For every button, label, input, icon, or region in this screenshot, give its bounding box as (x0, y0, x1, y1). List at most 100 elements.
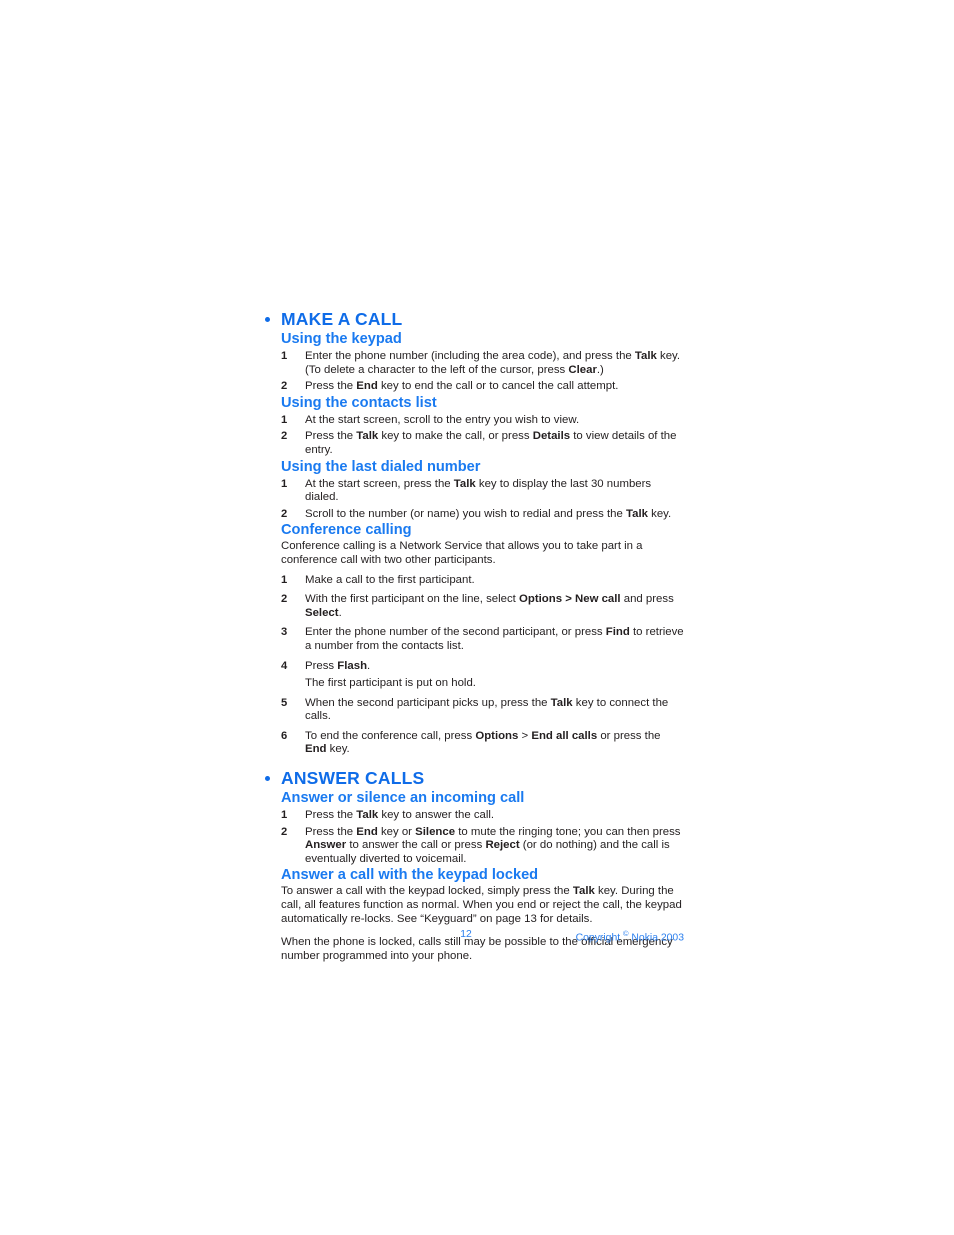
step-emphasis-1: Talk (356, 430, 379, 443)
step-emphasis-5: Answer (305, 839, 347, 852)
step-emphasis-3: Silence (415, 825, 456, 838)
step-number: 1 (281, 809, 288, 822)
step-text-0: Enter the phone number of the second par… (305, 626, 606, 639)
paragraph-emphasis-1: Talk (572, 885, 595, 898)
subsection-heading-using-the-last-dialed-number: Using the last dialed number (281, 458, 481, 475)
step-item: 2 With the first participant on the line,… (281, 593, 684, 620)
page-number: 12 (460, 929, 472, 940)
paragraph-answer-a-call-with-the-keypad-locked-0: To answer a call with the keypad locked,… (281, 885, 684, 926)
step-text-0: At the start screen, press the (305, 477, 454, 490)
section-make-a-call: MAKE A CALL Using the keypad 1 Enter the ph… (264, 309, 684, 757)
step-emphasis-1: Options > New call (519, 593, 621, 606)
step-item: 4 Press Flash. The first participant is pu… (281, 660, 684, 691)
subsection-heading-answer-a-call-with-the-keypad-locked: Answer a call with the keypad locked (281, 867, 539, 884)
step-text-2: key to make the call, or press (378, 430, 533, 443)
step-emphasis-1: Talk (453, 477, 476, 490)
step-emphasis-3: End all calls (531, 729, 598, 742)
step-number: 1 (281, 350, 288, 362)
step-number: 1 (281, 413, 288, 426)
step-emphasis-7: Reject (485, 839, 520, 852)
step-text-4: or press the (597, 729, 661, 742)
steps-list-using-the-last-dialed-number: 1 At the start screen, press the Talk key… (281, 478, 684, 522)
subsection-heading-using-the-contacts-list: Using the contacts list (281, 394, 437, 411)
step-text-0: Press the (305, 380, 357, 393)
step-text-2: key or (377, 825, 416, 838)
step-text-2: > (518, 729, 532, 742)
page-footer: 12 Copyright © Nokia 2003 (264, 929, 684, 945)
page-content: MAKE A CALL Using the keypad 1 Enter the ph… (264, 309, 684, 963)
step-text-2: and press (620, 593, 674, 606)
step-text-2: key. (647, 507, 672, 520)
step-number: 2 (281, 507, 288, 520)
intro-paragraph-conference-calling: Conference calling is a Network Service … (281, 540, 643, 566)
step-text-4: .) (596, 363, 604, 376)
step-number: 4 (281, 659, 288, 672)
step-emphasis-3: Clear (568, 363, 597, 376)
step-emphasis-1: Options (475, 729, 519, 742)
bullet-icon (265, 317, 270, 322)
step-number: 6 (281, 729, 288, 742)
step-number: 1 (281, 477, 288, 490)
copyright-notice: Copyright © Nokia 2003 (576, 929, 684, 943)
step-number: 2 (281, 825, 288, 838)
step-emphasis-1: End (356, 380, 378, 393)
steps-list-answer-or-silence-an-incoming-call: 1 Press the Talk key to answer the call. 2… (281, 809, 684, 866)
step-text-0: Press (305, 659, 338, 672)
subsection-heading-conference-calling: Conference calling (281, 522, 412, 539)
step-number: 1 (281, 573, 288, 586)
step-text-2: key to answer the call. (378, 809, 495, 822)
copyright-suffix: Nokia 2003 (628, 932, 684, 944)
step-text-0: With the first participant on the line, … (305, 593, 519, 606)
step-text-0: Make a call to the first participant. (305, 573, 475, 586)
step-text-0: Press the (305, 825, 357, 838)
step-number: 2 (281, 430, 288, 443)
step-emphasis-1: Talk (634, 350, 657, 362)
steps-list-conference-calling: 1 Make a call to the first participant. 2 W… (281, 574, 684, 758)
section-heading-make-a-call: MAKE A CALL (264, 309, 684, 329)
subsection-heading-using-the-keypad: Using the keypad (281, 331, 402, 347)
section-heading-label: ANSWER CALLS (281, 768, 425, 789)
step-number: 2 (281, 593, 288, 606)
step-item: 1 At the start screen, press the Talk key… (281, 478, 684, 505)
step-item: 1 At the start screen, scroll to the entr… (281, 414, 684, 428)
step-text-0: Scroll to the number (or name) you wish … (305, 507, 626, 520)
subsection-heading-answer-or-silence-an-incoming-call: Answer or silence an incoming call (281, 790, 525, 807)
step-emphasis-1: Flash (337, 659, 368, 672)
manual-page: MAKE A CALL Using the keypad 1 Enter the ph… (0, 0, 954, 1235)
paragraph-text-0: To answer a call with the keypad locked,… (281, 885, 573, 898)
steps-list-using-the-keypad: 1 Enter the phone number (including the a… (281, 350, 684, 394)
step-text-0: At the start screen, scroll to the entry… (305, 413, 580, 426)
step-text-6: key. (326, 743, 350, 756)
step-emphasis-3: Details (532, 430, 571, 443)
step-item: 1 Press the Talk key to answer the call. (281, 809, 684, 823)
step-item: 2 Press the Talk key to make the call, or… (281, 430, 684, 457)
step-text-0: Press the (305, 809, 357, 822)
step-item: 6 To end the conference call, press Optio… (281, 730, 684, 757)
step-emphasis-1: Talk (626, 507, 648, 520)
steps-list-using-the-contacts-list: 1 At the start screen, scroll to the entr… (281, 414, 684, 458)
section-heading-label: MAKE A CALL (281, 309, 403, 329)
step-emphasis-3: Select (305, 606, 339, 619)
step-item: 2 Press the End key to end the call or to… (281, 380, 684, 394)
step-text-4: to mute the ringing tone; you can then p… (455, 825, 681, 838)
step-emphasis-1: Talk (356, 809, 379, 822)
section-heading-answer-calls: ANSWER CALLS (264, 768, 684, 788)
step-item: 2 Scroll to the number (or name) you wish… (281, 508, 684, 522)
step-text-2: . (367, 659, 371, 672)
step-emphasis-5: End (305, 743, 327, 756)
step-note: The first participant is put on hold. (305, 677, 476, 690)
step-item: 1 Enter the phone number (including the a… (281, 350, 684, 377)
bullet-icon (265, 776, 270, 782)
step-item: 3 Enter the phone number of the second pa… (281, 626, 684, 653)
copyright-prefix: Copyright (575, 932, 623, 944)
step-number: 3 (281, 626, 288, 639)
step-text-6: to answer the call or press (346, 839, 486, 852)
step-emphasis-1: Talk (550, 696, 573, 709)
step-text-0: Enter the phone number (including the ar… (305, 350, 635, 362)
step-item: 1 Make a call to the first participant. (281, 574, 684, 588)
step-text-0: To end the conference call, press (305, 729, 476, 742)
step-text-4: . (338, 606, 342, 619)
step-text-0: When the second participant picks up, pr… (305, 696, 551, 709)
step-emphasis-1: Find (605, 626, 630, 639)
step-item: 2 Press the End key or Silence to mute th… (281, 826, 684, 867)
